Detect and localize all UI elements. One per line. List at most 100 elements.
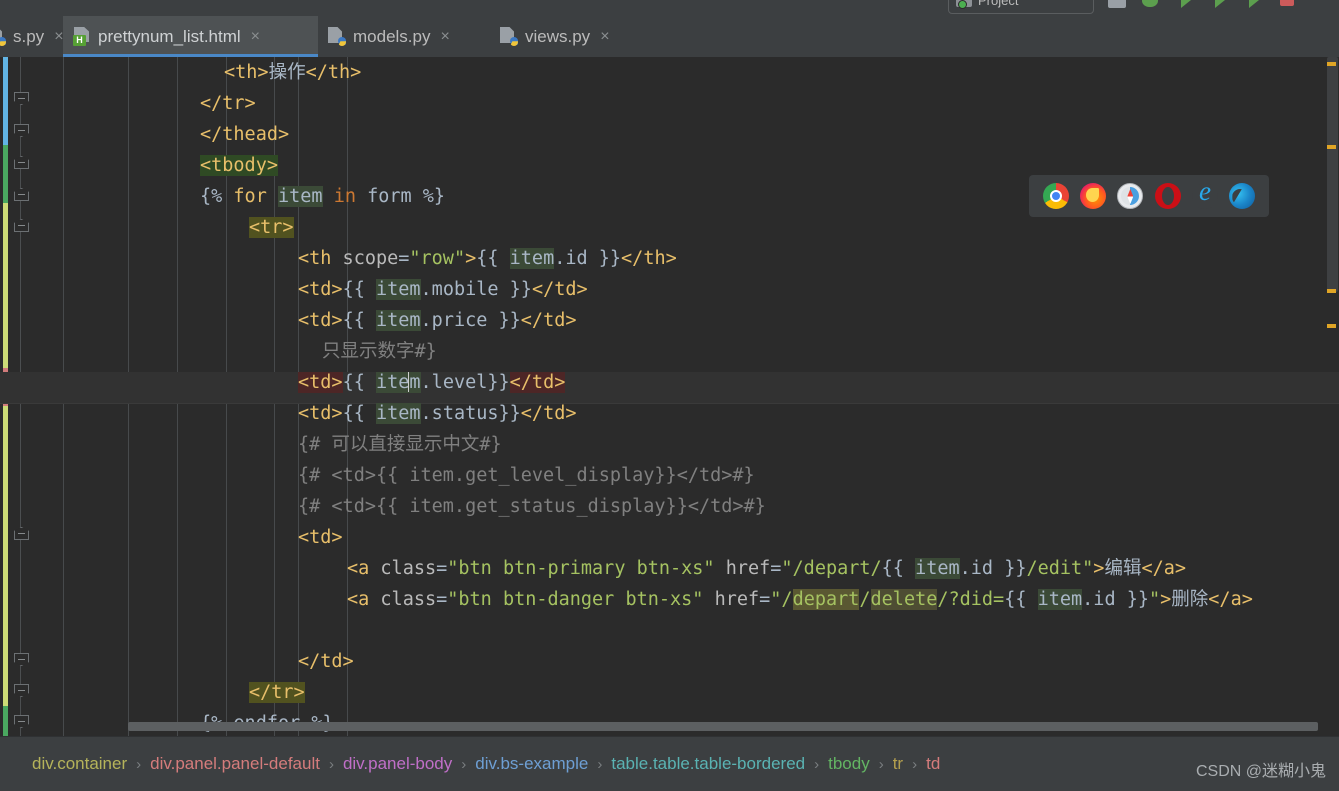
breadcrumb-item-div-panel-panel-default[interactable]: div.panel.panel-default [150,754,320,774]
horizontal-scrollbar-thumb[interactable] [128,722,1318,731]
fold-toggle-icon[interactable] [14,653,29,666]
breadcrumb-item-div-container[interactable]: div.container [32,754,127,774]
safari-icon[interactable] [1117,183,1144,209]
inspection-warning-marker[interactable] [1327,324,1336,328]
inspection-warning-marker[interactable] [1327,62,1336,66]
code-token: <td> [298,372,343,393]
code-editor[interactable]: <th>操作</th> </tr> </thead> <tbody> {% for it… [0,57,1339,736]
run-coverage-icon[interactable] [1244,0,1264,10]
breadcrumb[interactable]: div.container › div.panel.panel-default › di… [0,736,1339,791]
inspection-warning-marker[interactable] [1327,145,1336,149]
code-token: </td> [298,651,354,672]
vcs-change-segment[interactable] [3,145,8,203]
code-line[interactable]: {# 可以直接显示中文#} [298,429,502,460]
code-line[interactable]: {# <td>{{ item.get_status_display}}</td>… [298,491,766,522]
fold-toggle-icon[interactable] [14,92,29,105]
code-line[interactable]: <a class="btn btn-primary btn-xs" href="… [347,553,1186,584]
code-token: "/depart/ [781,558,882,579]
code-line[interactable]: <th scope="row">{{ item.id }}</th> [298,243,677,274]
code-token: depart [792,589,860,610]
code-line[interactable]: <td>{{ item.price }}</td> [298,305,577,336]
code-line[interactable]: <th>操作</th> [224,57,361,88]
fold-toggle-icon[interactable] [14,527,29,540]
breadcrumb-item-div-panel-body[interactable]: div.panel-body [343,754,452,774]
vcs-change-segment[interactable] [3,706,8,736]
code-token: </a> [1141,558,1187,579]
chrome-icon[interactable] [1042,183,1069,209]
code-line[interactable]: </tr> [200,88,256,119]
editor-tab-s-py[interactable]: s.py × [0,16,64,57]
breadcrumb-item-tr[interactable]: tr [893,754,903,774]
code-line[interactable]: {% for item in form %} [200,181,445,212]
firefox-icon[interactable] [1079,183,1106,209]
breadcrumb-item-tbody[interactable]: tbody [828,754,870,774]
fold-toggle-icon[interactable] [14,715,29,728]
settings-gear-icon[interactable] [1142,0,1162,10]
code-line[interactable]: <a class="btn btn-danger btn-xs" href="/… [347,584,1253,615]
opera-icon[interactable] [1154,183,1181,209]
code-line[interactable]: <td> [298,522,343,553]
vcs-change-segment[interactable] [3,57,8,145]
code-token: m [409,372,421,393]
code-token: {{ [1004,589,1038,610]
build-icon[interactable] [1108,0,1128,10]
fold-toggle-icon[interactable] [14,684,29,697]
code-token: </td> [520,403,577,424]
breadcrumb-item-td[interactable]: td [926,754,940,774]
code-token: </thead> [200,124,290,145]
close-icon[interactable]: × [600,28,609,46]
project-tool-button[interactable]: Project [948,0,1094,14]
code-line[interactable]: </tr> [249,677,305,708]
code-line[interactable]: {# <td>{{ item.get_level_display}}</td>#… [298,460,755,491]
vcs-change-segment[interactable] [3,203,8,368]
code-line[interactable]: </thead> [200,119,289,150]
close-icon[interactable]: × [251,28,260,46]
editor-tab-bar: s.py × Hprettynum_list.html × models.py × view… [0,16,1339,57]
run-icon[interactable] [1176,0,1196,10]
editor-tab-models-py[interactable]: models.py × [318,16,490,57]
breadcrumb-item-table-table-table-bordered[interactable]: table.table.table-bordered [611,754,805,774]
code-line[interactable]: <td>{{ item.level}}</td> [298,367,566,398]
code-token: <th [298,248,332,269]
code-line[interactable]: </td> [298,646,354,677]
code-line[interactable]: <td>{{ item.mobile }}</td> [298,274,588,305]
code-token: </th> [305,62,362,83]
fold-toggle-icon[interactable] [14,124,29,137]
stop-icon[interactable] [1278,0,1298,10]
code-token: {{ [881,558,916,579]
breadcrumb-item-div-bs-example[interactable]: div.bs-example [475,754,588,774]
inspection-warning-marker[interactable] [1327,289,1336,293]
breadcrumb-separator-icon: › [814,755,820,773]
code-token: = [398,248,410,269]
code-token: class [369,558,437,579]
code-token: for [233,186,267,207]
editor-tab-views-py[interactable]: views.py × [490,16,647,57]
project-folder-icon [956,0,972,9]
code-line[interactable]: <tr> [249,212,294,243]
code-token: = [436,589,448,610]
edge-icon[interactable] [1229,183,1256,209]
code-token: ite [375,372,410,393]
code-line[interactable]: 只显示数字#} [322,336,437,367]
internet-explorer-icon[interactable] [1191,176,1218,209]
fold-toggle-icon[interactable] [14,219,29,232]
code-token: <a [347,589,370,610]
debug-icon[interactable] [1210,0,1230,10]
vcs-change-segment[interactable] [3,406,8,706]
code-token: > [465,248,477,269]
code-token: 只显示数字#} [322,341,437,362]
code-token: .price }} [420,310,521,331]
code-token: /edit" [1026,558,1094,579]
code-token: " [1149,589,1161,610]
close-icon[interactable]: × [440,28,449,46]
fold-toggle-icon[interactable] [14,156,29,169]
editor-tab-prettynum-list-html[interactable]: Hprettynum_list.html × [63,16,318,57]
code-token: class [369,589,437,610]
browser-launcher-popup[interactable] [1029,175,1269,217]
code-line[interactable]: <tbody> [200,150,278,181]
editor-tab-label: s.py [13,26,45,46]
vertical-scrollbar-thumb[interactable] [1327,57,1338,292]
code-line[interactable]: <td>{{ item.status}}</td> [298,398,577,429]
fold-toggle-icon[interactable] [14,188,29,201]
